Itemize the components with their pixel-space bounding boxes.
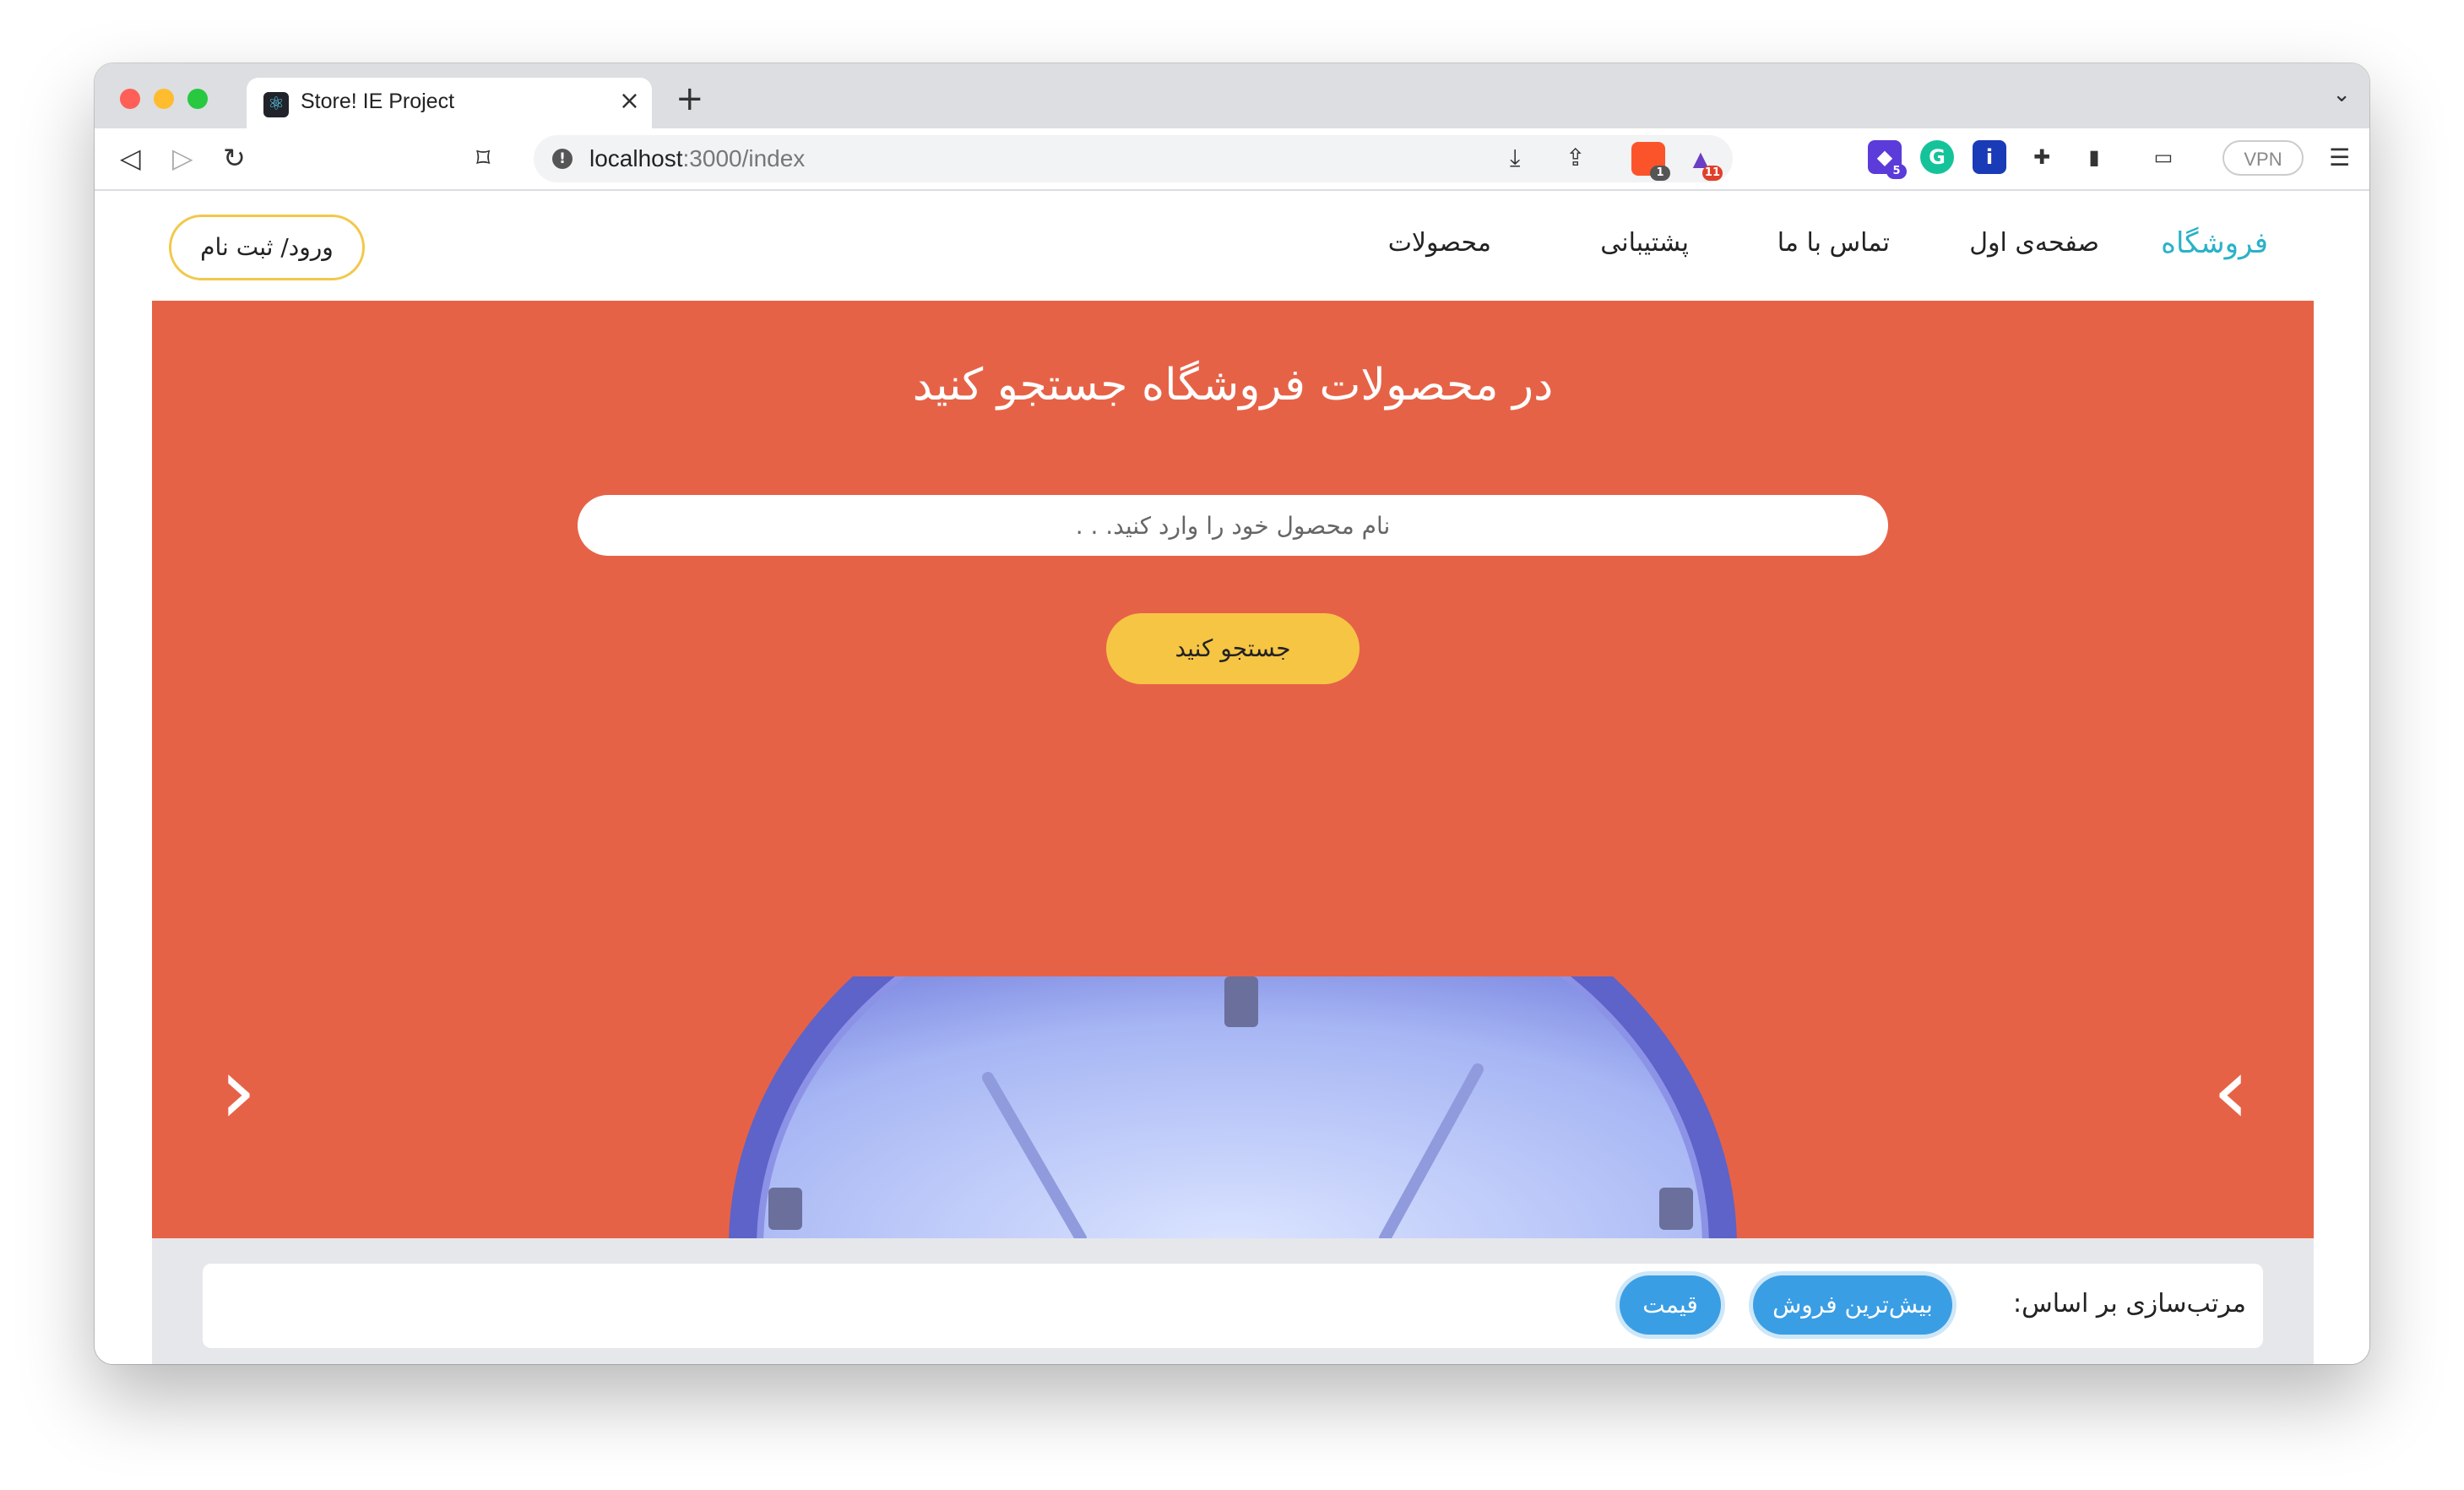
tab-close-icon[interactable]: × bbox=[619, 86, 640, 116]
sort-section: مرتب‌سازی بر اساس: بیش‌ترین فروش قیمت bbox=[152, 1238, 2314, 1364]
back-button[interactable]: ◁ bbox=[120, 144, 141, 172]
nav-link-products[interactable]: محصولات bbox=[1388, 228, 1491, 258]
nav-link-support[interactable]: پشتیبانی bbox=[1600, 228, 1689, 258]
sort-label: مرتب‌سازی بر اساس: bbox=[2013, 1289, 2246, 1319]
address-bar[interactable]: ! localhost:3000/index ⤓ ⇪ 1 ▲ 11 bbox=[534, 135, 1733, 182]
brand-link[interactable]: فروشگاه bbox=[2161, 226, 2268, 260]
url-text[interactable]: localhost:3000/index bbox=[589, 145, 805, 172]
brave-rewards-icon[interactable]: ▲ 11 bbox=[1684, 142, 1723, 181]
close-window-button[interactable] bbox=[120, 89, 140, 109]
hero-banner: در محصولات فروشگاه جستجو کنید جستجو کنید bbox=[152, 301, 2314, 1238]
sort-bar: مرتب‌سازی بر اساس: بیش‌ترین فروش قیمت bbox=[203, 1264, 2263, 1348]
brave-shields-icon[interactable]: 1 bbox=[1631, 142, 1670, 181]
bookmark-icon[interactable]: ⌑ bbox=[476, 144, 490, 172]
nav-link-contact[interactable]: تماس با ما bbox=[1777, 228, 1890, 258]
tab-title: Store! IE Project bbox=[301, 90, 455, 113]
login-signup-button[interactable]: ورود/ ثبت نام bbox=[169, 215, 365, 280]
product-search-input[interactable] bbox=[578, 495, 1888, 556]
carousel-prev-arrow-icon[interactable]: ‹ bbox=[220, 1044, 257, 1137]
site-navbar: فروشگاه صفحه‌ی اول تماس با ما پشتیبانی م… bbox=[95, 191, 2369, 301]
sort-price-button[interactable]: قیمت bbox=[1620, 1275, 1721, 1335]
share-icon[interactable]: ⇪ bbox=[1566, 144, 1585, 172]
install-app-icon[interactable]: ⤓ bbox=[1510, 144, 1520, 172]
search-button[interactable]: جستجو کنید bbox=[1106, 613, 1360, 684]
forward-button[interactable]: ▷ bbox=[172, 144, 193, 172]
brave-shields-badge: 1 bbox=[1650, 166, 1670, 181]
nav-link-home[interactable]: صفحه‌ی اول bbox=[1969, 228, 2099, 258]
reload-button[interactable]: ↻ bbox=[223, 144, 246, 172]
extensions-puzzle-icon[interactable]: ✚ bbox=[2025, 140, 2059, 174]
carousel-next-arrow-icon[interactable]: › bbox=[2212, 1044, 2250, 1137]
wallet-icon[interactable]: ▭ bbox=[2147, 140, 2180, 174]
extension-badge: 5 bbox=[1886, 164, 1907, 179]
active-tab[interactable]: ⚛ Store! IE Project × bbox=[247, 78, 652, 128]
grammarly-icon[interactable]: G bbox=[1920, 140, 1954, 174]
site-info-icon[interactable]: ! bbox=[552, 149, 573, 169]
browser-window: ⚛ Store! IE Project × + ⌄ ◁ ▷ ↻ ⌑ ! loca… bbox=[95, 63, 2369, 1364]
sidebar-toggle-icon[interactable]: ▮ bbox=[2077, 140, 2111, 174]
browser-toolbar: ◁ ▷ ↻ ⌑ ! localhost:3000/index ⤓ ⇪ 1 ▲ 1… bbox=[95, 128, 2369, 191]
tab-bar: ⚛ Store! IE Project × + ⌄ bbox=[95, 63, 2369, 128]
sort-bestselling-button[interactable]: بیش‌ترین فروش bbox=[1753, 1275, 1952, 1335]
url-path: :3000/index bbox=[682, 145, 806, 171]
extension-stack-icon[interactable]: ◆ 5 bbox=[1868, 140, 1907, 179]
drum-illustration bbox=[642, 976, 1824, 1238]
url-host: localhost bbox=[589, 145, 683, 171]
new-tab-button[interactable]: + bbox=[676, 82, 704, 116]
tab-search-chevron-icon[interactable]: ⌄ bbox=[2332, 82, 2351, 107]
blue-extension-icon[interactable]: i bbox=[1973, 140, 2006, 174]
maximize-window-button[interactable] bbox=[187, 89, 208, 109]
brave-rewards-badge: 11 bbox=[1701, 166, 1723, 181]
minimize-window-button[interactable] bbox=[154, 89, 174, 109]
browser-menu-icon[interactable]: ☰ bbox=[2329, 144, 2350, 172]
hero-title: در محصولات فروشگاه جستجو کنید bbox=[912, 360, 1554, 411]
store-page: فروشگاه صفحه‌ی اول تماس با ما پشتیبانی م… bbox=[95, 191, 2369, 1364]
vpn-button[interactable]: VPN bbox=[2222, 140, 2304, 176]
react-favicon-icon: ⚛ bbox=[263, 92, 289, 117]
